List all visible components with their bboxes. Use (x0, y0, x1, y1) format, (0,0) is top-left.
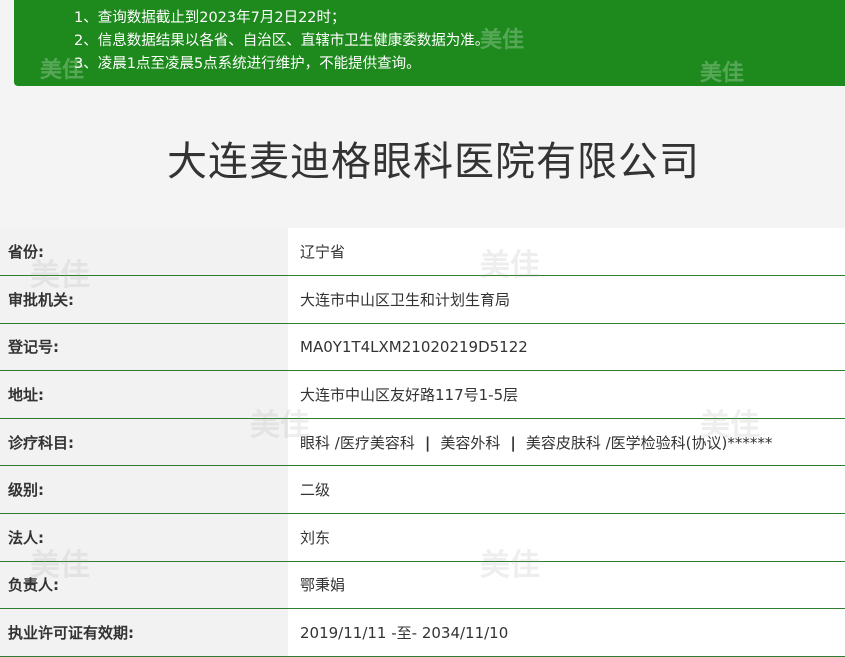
row-label-address: 地址: (0, 370, 288, 419)
subject-separator: | (424, 433, 431, 452)
table-row: 负责人: 鄂秉娟 (0, 561, 845, 609)
info-table: 省份: 辽宁省 审批机关: 大连市中山区卫生和计划生育局 登记号: MA0Y1T… (0, 228, 845, 657)
table-row: 省份: 辽宁省 (0, 228, 845, 276)
row-label-subjects: 诊疗科目: (0, 418, 288, 466)
table-row: 法人: 刘东 (0, 513, 845, 562)
table-row: 登记号: MA0Y1T4LXM21020219D5122 (0, 323, 845, 371)
row-value-subjects: 眼科 /医疗美容科 | 美容外科 | 美容皮肤科 /医学检验科(协议)****** (288, 418, 845, 466)
notice-banner: 1、查询数据截止到2023年7月2日22时； 2、信息数据结果以各省、自治区、直… (14, 0, 845, 86)
row-value-address: 大连市中山区友好路117号1-5层 (288, 370, 845, 419)
row-label-legal-person: 法人: (0, 513, 288, 562)
row-label-level: 级别: (0, 465, 288, 514)
table-row: 地址: 大连市中山区友好路117号1-5层 (0, 370, 845, 419)
row-label-person-in-charge: 负责人: (0, 561, 288, 609)
notice-line-2: 2、信息数据结果以各省、自治区、直辖市卫生健康委数据为准。 (74, 33, 490, 49)
subject-item: 美容外科 (440, 433, 501, 452)
table-row: 诊疗科目: 眼科 /医疗美容科 | 美容外科 | 美容皮肤科 /医学检验科(协议)***… (0, 418, 845, 466)
row-value-registration-number: MA0Y1T4LXM21020219D5122 (288, 323, 845, 371)
row-value-approval-authority: 大连市中山区卫生和计划生育局 (288, 275, 845, 324)
table-row: 级别: 二级 (0, 465, 845, 514)
row-value-province: 辽宁省 (288, 228, 845, 276)
row-value-person-in-charge: 鄂秉娟 (288, 561, 845, 609)
page-title: 大连麦迪格眼科医院有限公司 (167, 139, 700, 185)
row-label-approval-authority: 审批机关: (0, 275, 288, 324)
subject-separator: | (510, 433, 516, 452)
table-row: 执业许可证有效期: 2019/11/11 -至- 2034/11/10 (0, 608, 845, 657)
row-label-license-validity: 执业许可证有效期: (0, 608, 288, 657)
subject-item: 美容皮肤科 /医学检验科(协议)****** (525, 433, 773, 452)
subject-item: 眼科 /医疗美容科 (300, 433, 415, 452)
row-value-legal-person: 刘东 (288, 513, 845, 562)
row-value-license-validity: 2019/11/11 -至- 2034/11/10 (288, 608, 845, 657)
row-label-registration-number: 登记号: (0, 323, 288, 371)
notice-line-1: 1、查询数据截止到2023年7月2日22时； (74, 10, 346, 26)
row-value-level: 二级 (288, 465, 845, 514)
title-area: 大连麦迪格眼科医院有限公司 (0, 108, 845, 208)
row-label-province: 省份: (0, 228, 288, 276)
notice-line-3: 3、凌晨1点至凌晨5点系统进行维护，不能提供查询。 (74, 56, 421, 72)
table-row: 审批机关: 大连市中山区卫生和计划生育局 (0, 275, 845, 324)
